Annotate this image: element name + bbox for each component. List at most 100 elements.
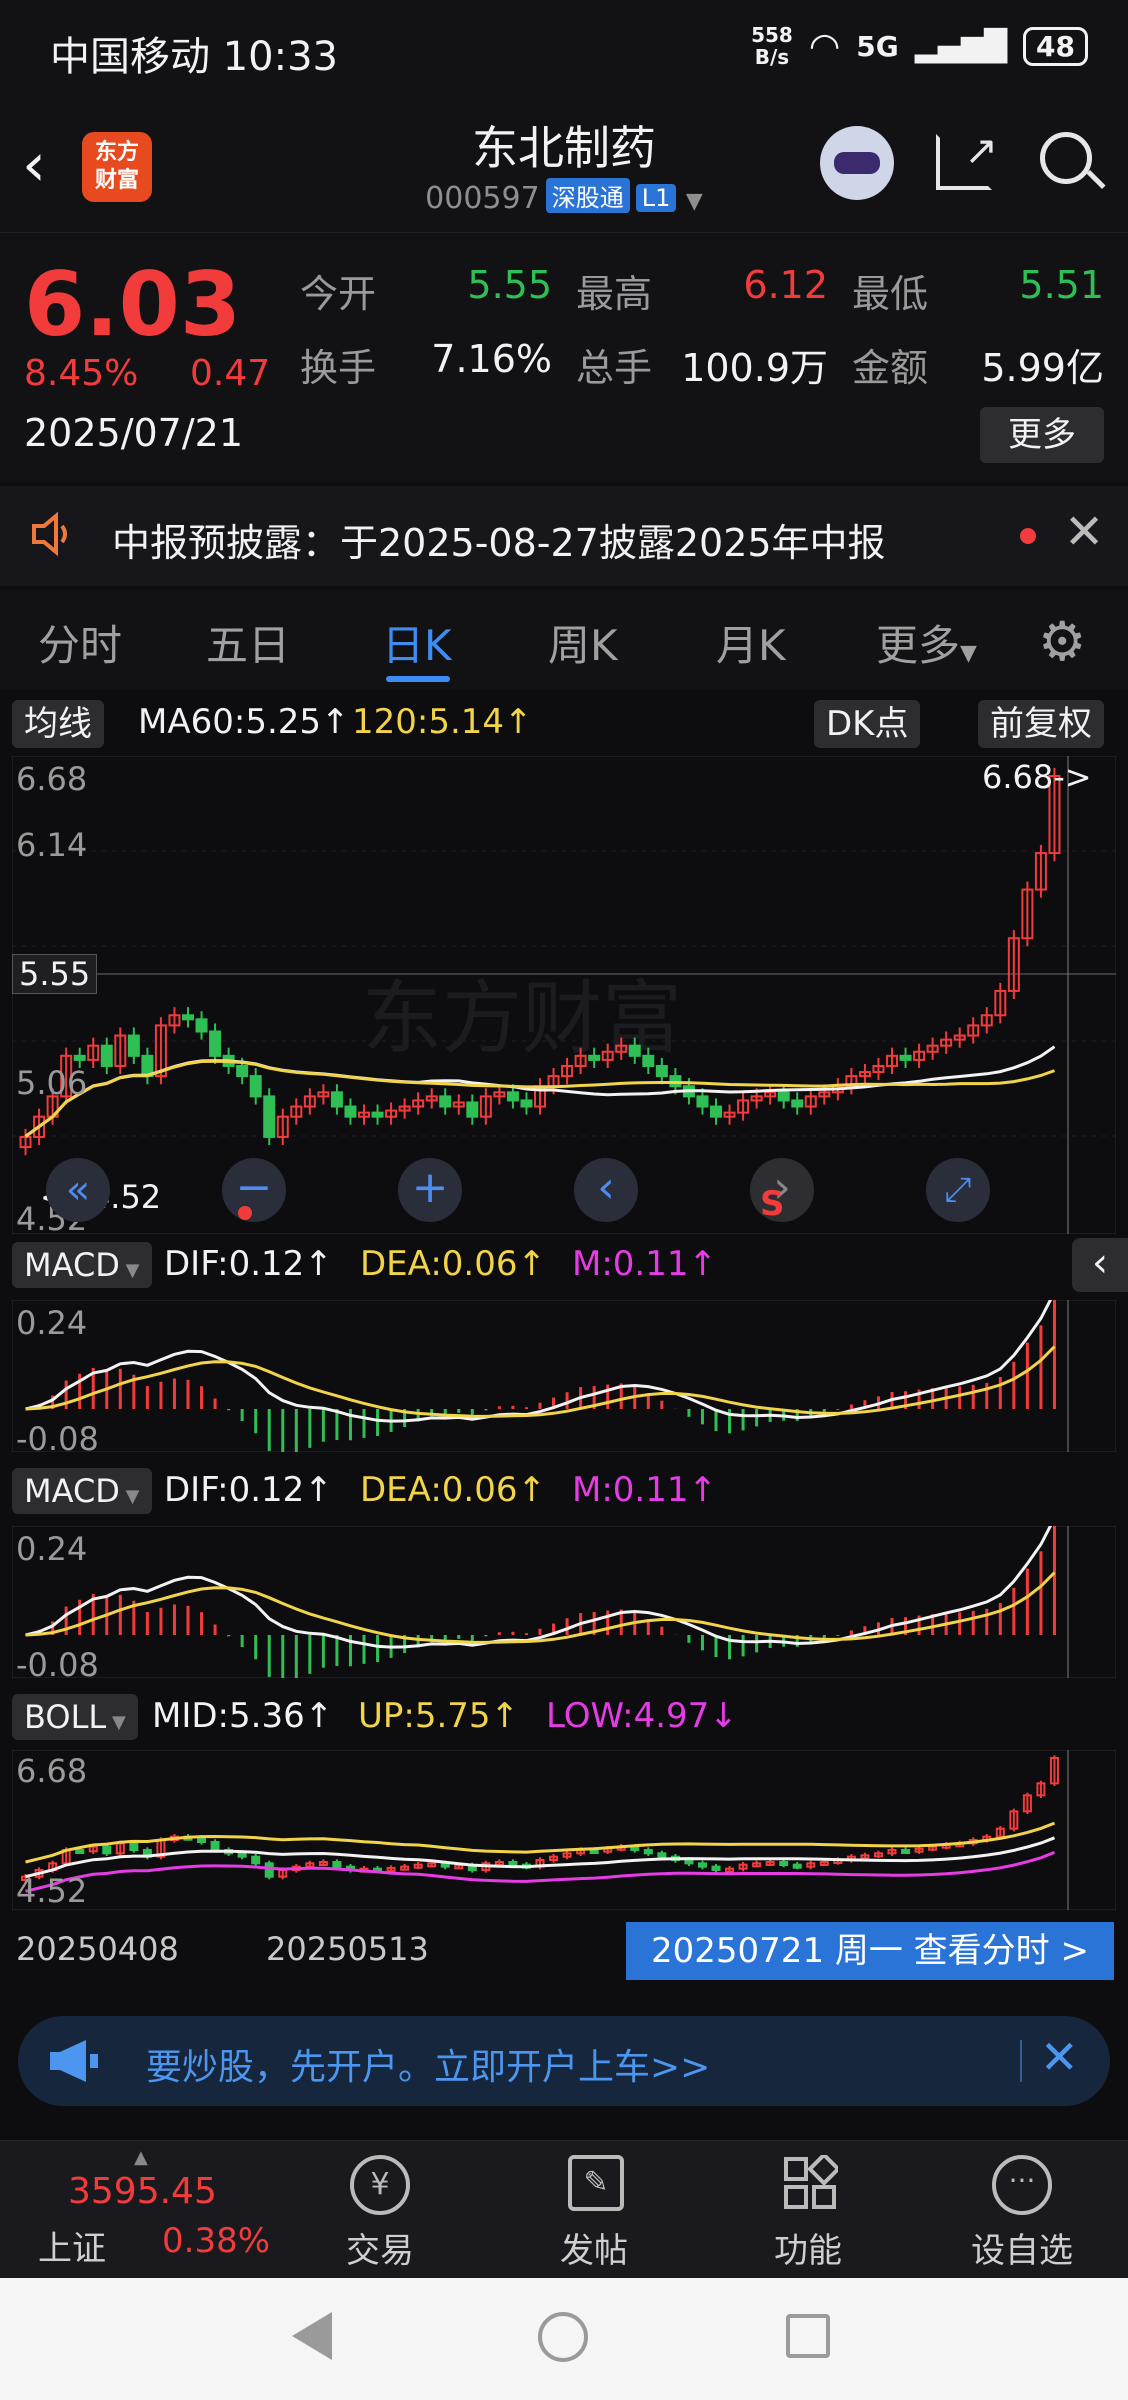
macd2-m: M:0.11↑ — [572, 1470, 717, 1510]
index-percent[interactable]: 0.38% — [162, 2221, 270, 2261]
tab-daily-k[interactable]: 日K — [382, 612, 452, 673]
dk-point-button[interactable]: DK点 — [814, 700, 921, 748]
bottom-nav: ▲ 3595.45 上证 0.38% ¥ 交易 ✎ 发帖 功能 ··· 设自选 — [0, 2140, 1128, 2278]
amount-label: 金额 — [852, 346, 929, 390]
megaphone-icon — [46, 2036, 102, 2086]
macd2-dif: DIF:0.12↑ — [164, 1470, 333, 1510]
kline-candle — [655, 1064, 668, 1078]
search-icon[interactable] — [1040, 132, 1106, 190]
zoom-in-button[interactable]: + — [398, 1158, 462, 1222]
kline-candle — [73, 1054, 86, 1061]
kline-candle — [263, 1095, 276, 1138]
macd1-dea: DEA:0.06↑ — [360, 1244, 546, 1284]
nav-functions[interactable]: 功能 — [728, 2223, 888, 2272]
more-dots-icon[interactable]: ··· — [992, 2155, 1052, 2215]
boll-candle — [237, 1852, 247, 1858]
open-account-banner[interactable]: 要炒股，先开户。立即开户上车>> ✕ — [18, 2016, 1110, 2106]
boll-select[interactable]: BOLL ▼ — [12, 1694, 138, 1740]
robot-assistant-icon[interactable] — [820, 126, 894, 200]
macd1-chart[interactable] — [12, 1300, 1116, 1452]
kline-candle — [588, 1054, 601, 1061]
recents-nav-icon[interactable] — [786, 2314, 830, 2358]
share-icon[interactable]: ↗ — [936, 128, 998, 190]
notice-text: 中报预披露：于2025-08-27披露2025年中报 — [112, 521, 886, 565]
back-nav-icon[interactable] — [292, 2312, 332, 2360]
boll-candle — [197, 1837, 207, 1843]
grid-icon[interactable] — [782, 2152, 841, 2211]
network-type: 5G — [856, 29, 899, 63]
volume-value: 100.9万 — [681, 346, 828, 390]
post-icon[interactable]: ✎ — [568, 2155, 624, 2211]
fullscreen-button[interactable]: ⤢ — [926, 1158, 990, 1222]
boll-candle — [332, 1861, 342, 1868]
nav-trade[interactable]: 交易 — [300, 2223, 460, 2272]
boll-y-bottom: 4.52 — [16, 1872, 88, 1910]
macd1-y-bottom: -0.08 — [16, 1420, 99, 1458]
tab-intraday[interactable]: 分时 — [38, 612, 122, 673]
boll-candle — [264, 1862, 274, 1878]
scroll-left-fast-button[interactable]: « — [46, 1158, 110, 1222]
macd1-y-top: 0.24 — [16, 1304, 88, 1342]
open-value: 5.55 — [467, 263, 552, 307]
kline-candle — [182, 1014, 194, 1021]
kline-candle — [236, 1064, 249, 1078]
stock-code: 000597 — [425, 181, 540, 216]
sell-marker: S — [760, 1184, 785, 1224]
net-speed: 558 B/s — [751, 23, 793, 69]
turnover-value: 7.16% — [431, 337, 552, 381]
change-percent: 8.45% — [24, 353, 139, 394]
kline-candle — [439, 1095, 452, 1108]
kline-candle — [100, 1044, 113, 1067]
y-axis-top: 6.68 — [16, 760, 88, 798]
banner-text: 要炒股，先开户。立即开户上车>> — [146, 2047, 711, 2088]
high-label: 最高 — [576, 272, 653, 316]
tab-monthly-k[interactable]: 月K — [716, 612, 786, 673]
scroll-left-button[interactable]: ‹ — [574, 1158, 638, 1222]
boll-candle — [711, 1865, 721, 1871]
notice-bar[interactable]: 中报预披露：于2025-08-27披露2025年中报 ✕ — [0, 486, 1128, 586]
dropdown-icon: ▼ — [960, 641, 977, 666]
hk-connect-tag: 深股通 — [545, 178, 630, 213]
collapse-panel-icon[interactable]: ‹ — [1072, 1238, 1128, 1292]
kline-candle — [466, 1101, 479, 1118]
nav-post[interactable]: 发帖 — [514, 2223, 674, 2272]
view-intraday-bubble[interactable]: 20250721 周一 查看分时 > — [626, 1922, 1114, 1980]
boll-mid: MID:5.36↑ — [152, 1696, 334, 1736]
zoom-out-button[interactable]: − — [222, 1158, 286, 1222]
boll-candle — [251, 1855, 261, 1865]
close-icon[interactable]: ✕ — [1040, 2030, 1079, 2084]
tab-weekly-k[interactable]: 周K — [548, 612, 618, 673]
ma-indicator-select[interactable]: 均线 — [12, 700, 104, 748]
active-tab-indicator — [386, 676, 450, 682]
boll-candle — [75, 1849, 85, 1854]
period-tabs: 分时 五日 日K 周K 月K 更多▼ ⚙ — [0, 590, 1128, 690]
more-button[interactable]: 更多 — [980, 407, 1104, 463]
kline-candle — [520, 1099, 533, 1108]
volume-label: 总手 — [576, 346, 653, 390]
tab-five-day[interactable]: 五日 — [206, 612, 290, 673]
index-name[interactable]: 上证 — [38, 2221, 106, 2270]
nav-add-watchlist[interactable]: 设自选 — [942, 2223, 1102, 2272]
index-value[interactable]: 3595.45 — [68, 2171, 217, 2212]
trade-icon[interactable]: ¥ — [350, 2155, 410, 2215]
boll-candle — [129, 1842, 139, 1852]
gear-icon[interactable]: ⚙ — [1038, 610, 1086, 673]
signal-icon: ▂▄▆█ — [914, 28, 1008, 64]
system-nav-bar — [0, 2278, 1128, 2400]
macd2-chart[interactable] — [12, 1526, 1116, 1678]
macd2-select[interactable]: MACD ▼ — [12, 1468, 152, 1514]
price-adjust-button[interactable]: 前复权 — [978, 700, 1104, 748]
boll-chart[interactable] — [12, 1750, 1116, 1910]
marker-dot — [238, 1206, 252, 1220]
kline-candle — [899, 1054, 912, 1061]
chart-area: 均线 MA60:5.25↑ 120:5.14↑ DK点 前复权 东方财富 6.6… — [0, 692, 1128, 2000]
close-icon[interactable]: ✕ — [1064, 504, 1104, 560]
home-nav-icon[interactable] — [538, 2312, 588, 2362]
turnover-label: 换手 — [300, 346, 377, 390]
macd1-m: M:0.11↑ — [572, 1244, 717, 1284]
status-icons: 558 B/s ◠ 5G ▂▄▆█ 48 — [751, 24, 1088, 68]
tab-more[interactable]: 更多▼ — [876, 612, 977, 673]
macd1-select[interactable]: MACD ▼ — [12, 1242, 152, 1288]
quote-panel: 6.03 8.45% 0.47 2025/07/21 今开 5.55 最高 6.… — [0, 232, 1128, 482]
boll-candle — [589, 1849, 599, 1854]
